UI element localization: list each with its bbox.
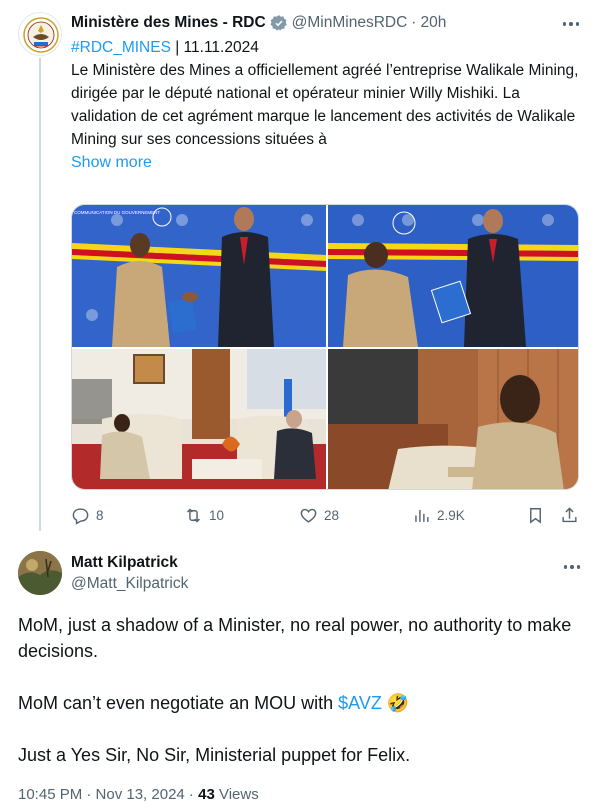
reply-metadata: 10:45 PM · Nov 13, 2024 · 43 Views: [18, 786, 259, 803]
tweet-time[interactable]: 20h: [420, 14, 446, 32]
share-icon: [562, 506, 577, 522]
author-handle[interactable]: @MinMinesRDC: [292, 14, 408, 32]
retweet-button[interactable]: 10: [184, 503, 224, 527]
verified-badge-icon: [270, 14, 288, 32]
ministry-avatar[interactable]: [18, 12, 62, 56]
more-options-icon[interactable]: [559, 16, 583, 32]
retweet-icon: [187, 508, 200, 522]
reply-views-count: 43: [198, 786, 215, 803]
banner-text: COMMUNICATION DU GOUVERNEMENT: [74, 210, 160, 215]
reply-header: Matt Kilpatrick @Matt_Kilpatrick: [71, 554, 188, 593]
reply-views-label: Views: [214, 786, 259, 803]
reply-icon: [72, 507, 89, 525]
main-tweet[interactable]: Ministère des Mines - RDC @MinMinesRDC ·…: [71, 10, 583, 175]
laughing-emoji-icon: 🤣: [386, 693, 410, 713]
landscape-photo-icon: [18, 551, 62, 595]
reply-author-name[interactable]: Matt Kilpatrick: [71, 554, 178, 571]
photo-document-handover[interactable]: [328, 205, 578, 347]
photo-seated-portrait[interactable]: [328, 349, 578, 489]
thread-connector-line: [39, 58, 41, 531]
hashtag-link[interactable]: #RDC_MINES: [71, 39, 171, 56]
tweet-date: | 11.11.2024: [170, 39, 259, 56]
reply-count: 8: [96, 507, 104, 523]
tweet-actions: 8 10 28 2.9K: [71, 503, 581, 527]
reply-button[interactable]: 8: [71, 503, 104, 527]
like-button[interactable]: 28: [299, 503, 339, 527]
reply-paragraph: Just a Yes Sir, No Sir, Ministerial pupp…: [18, 745, 411, 765]
cashtag-link[interactable]: $AVZ: [338, 693, 382, 713]
matt-avatar[interactable]: [18, 551, 62, 595]
tweet-header: Ministère des Mines - RDC @MinMinesRDC ·…: [71, 14, 447, 32]
reply-paragraph: MoM, just a shadow of a Minister, no rea…: [18, 615, 572, 661]
tweet-body: Le Ministère des Mines a officiellement …: [71, 62, 579, 148]
reply-more-options-icon[interactable]: [560, 559, 584, 575]
retweet-count: 10: [209, 507, 225, 523]
photo-office-meeting[interactable]: [72, 349, 326, 489]
author-name[interactable]: Ministère des Mines - RDC: [71, 14, 266, 32]
heart-icon: [300, 508, 317, 523]
tweet-text: #RDC_MINES | 11.11.2024 Le Ministère des…: [71, 36, 583, 151]
like-count: 28: [324, 507, 340, 523]
media-grid: COMMUNICATION DU GOUVERNEMENT: [71, 204, 579, 490]
reply-author-handle[interactable]: @Matt_Kilpatrick: [71, 575, 188, 593]
views-button[interactable]: 2.9K: [412, 503, 465, 527]
reply-text: MoM, just a shadow of a Minister, no rea…: [18, 612, 583, 794]
reply-paragraph: MoM can’t even negotiate an MOU with $AV…: [18, 693, 410, 713]
analytics-icon: [415, 509, 429, 522]
reply-timestamp[interactable]: 10:45 PM · Nov 13, 2024 ·: [18, 786, 198, 803]
show-more-link[interactable]: Show more: [71, 151, 152, 175]
coat-of-arms-icon: [23, 17, 59, 53]
photo-handshake[interactable]: COMMUNICATION DU GOUVERNEMENT: [72, 205, 326, 347]
bookmark-icon: [530, 507, 541, 524]
views-count: 2.9K: [437, 507, 465, 523]
bookmark-button[interactable]: [526, 503, 545, 527]
share-button[interactable]: [560, 503, 579, 527]
